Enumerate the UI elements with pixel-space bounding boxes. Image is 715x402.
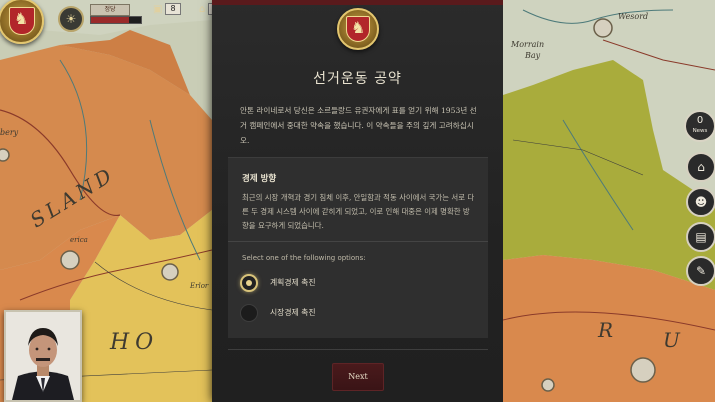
- section-divider: [228, 241, 488, 242]
- top-hud: ☀ 정당 ▣ 8 ⌂ 2: [0, 0, 224, 44]
- people-icon[interactable]: ☻: [686, 187, 715, 217]
- notes-icon[interactable]: ✎: [686, 256, 715, 286]
- option-label: 시장경제 촉진: [270, 308, 316, 317]
- next-button[interactable]: Next: [332, 363, 384, 391]
- map-label-wesord: Wesord: [618, 12, 649, 21]
- map-label-erlor: Erlor: [190, 282, 209, 290]
- ticket-icon: ▣: [153, 3, 163, 15]
- horse-crest-icon: [346, 16, 370, 42]
- dialog-top-bar: [212, 0, 503, 5]
- promise-section: 경제 방향 최근의 시장 개혁과 경기 침체 이후, 안일함과 적동 사이에서 …: [228, 157, 488, 338]
- party-approval-bar: [90, 16, 142, 24]
- option-market-economy[interactable]: 시장경제 촉진: [240, 304, 420, 324]
- idea-bulb-icon[interactable]: ☀: [58, 6, 84, 32]
- radio-selected-icon[interactable]: [240, 274, 258, 292]
- map-right-panel[interactable]: Morrain Bay Wesord R U 0 News ⌂ ☻ ▤ ✎: [503, 0, 715, 402]
- map-label-region-ho: HO: [110, 330, 160, 355]
- map-label-region-u: U: [663, 328, 680, 352]
- news-button[interactable]: 0 News: [684, 110, 715, 142]
- ticket-count: 8: [165, 3, 181, 15]
- news-label: News: [692, 128, 708, 134]
- campaign-promise-dialog: 선거운동 공약 안톤 라이네로서 당신은 소르들랑드 유권자에게 표를 얻기 위…: [212, 0, 503, 402]
- news-count: 0: [696, 115, 704, 126]
- party-tag: 정당: [90, 4, 130, 16]
- option-label: 계획경제 촉진: [270, 278, 316, 287]
- dialog-divider: [228, 349, 488, 350]
- leader-portrait[interactable]: [4, 310, 82, 402]
- radio-unselected-icon[interactable]: [240, 304, 258, 322]
- ticket-counter: ▣ 8: [153, 3, 181, 15]
- dialog-title: 선거운동 공약: [313, 71, 402, 87]
- map-label-bay: Bay: [525, 51, 541, 60]
- leader-portrait-image: [6, 312, 80, 400]
- option-planned-economy[interactable]: 계획경제 촉진: [240, 274, 420, 294]
- bank-icon[interactable]: ⌂: [686, 152, 715, 182]
- map-label-bery: bery: [0, 128, 19, 137]
- section-description: 최근의 시장 개혁과 경기 침체 이후, 안일함과 적동 사이에서 국가는 서로…: [242, 193, 475, 230]
- map-label-morrain: Morrain: [511, 40, 545, 49]
- book-icon[interactable]: ▤: [686, 222, 715, 252]
- house-icon: ⌂: [199, 3, 206, 15]
- dialog-emblem: [337, 8, 379, 50]
- map-label-region-r: R: [598, 318, 614, 342]
- options-prompt: Select one of the following options:: [242, 254, 366, 262]
- section-title: 경제 방향: [242, 174, 277, 184]
- dialog-intro-text: 안톤 라이네로서 당신은 소르들랑드 유권자에게 표를 얻기 위해 1953년 …: [240, 106, 477, 145]
- nation-emblem[interactable]: [0, 0, 44, 44]
- map-label-erica: erica: [70, 236, 88, 244]
- horse-crest-icon: [9, 7, 35, 35]
